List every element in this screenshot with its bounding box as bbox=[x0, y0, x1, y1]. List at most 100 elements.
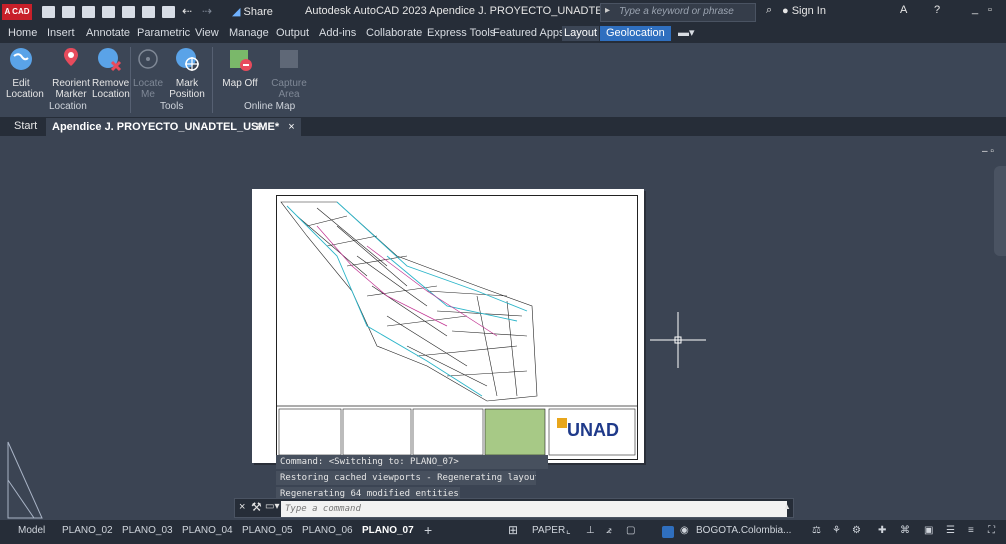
tab-insert[interactable]: Insert bbox=[45, 26, 77, 41]
close-command-icon[interactable]: × bbox=[239, 501, 245, 513]
map-off-button[interactable]: Map Off bbox=[220, 46, 260, 89]
tab-output[interactable]: Output bbox=[274, 26, 311, 41]
object-snap-icon[interactable]: ▢ bbox=[626, 525, 635, 536]
sign-in-button[interactable]: ● Sign In bbox=[782, 5, 826, 17]
customization-icon[interactable]: ≡ bbox=[968, 525, 974, 536]
clean-screen-icon[interactable]: ▣ bbox=[924, 525, 933, 536]
workspace-icon[interactable]: ⚙ bbox=[852, 525, 861, 536]
ribbon-panel: Edit Location Reorient Marker Remove Loc… bbox=[0, 43, 1006, 117]
navigation-bar[interactable] bbox=[994, 166, 1006, 256]
fullscreen-icon[interactable]: ⛶ bbox=[988, 525, 995, 536]
ortho-icon[interactable]: ⊥ bbox=[586, 525, 595, 536]
locate-icon bbox=[138, 49, 158, 69]
close-icon[interactable]: × bbox=[288, 121, 294, 133]
group-label-location: Location bbox=[49, 101, 87, 112]
annotation-visibility-icon[interactable]: ⚘ bbox=[832, 525, 841, 536]
remove-location-button[interactable]: Remove Location bbox=[92, 46, 130, 100]
group-label-tools: Tools bbox=[160, 101, 184, 112]
snap-icon[interactable]: ⌞ bbox=[566, 525, 571, 536]
document-tabs: Start Apendice J. PROYECTO_UNADTEL_USME*… bbox=[0, 117, 1006, 136]
ribbon-tabs: Home Insert Annotate Parametric View Man… bbox=[0, 24, 1006, 43]
hardware-acceleration-icon[interactable]: ⌘ bbox=[900, 525, 910, 536]
add-layout-icon[interactable]: + bbox=[424, 522, 432, 538]
share-icon: ◢ bbox=[232, 6, 244, 18]
command-history-line: Restoring cached viewports - Regeneratin… bbox=[276, 471, 536, 485]
capture-area-icon bbox=[280, 50, 298, 68]
redo-icon[interactable]: ⇢ bbox=[202, 4, 212, 18]
web-mobile-icon[interactable] bbox=[122, 6, 135, 18]
tab-parametric[interactable]: Parametric bbox=[135, 26, 192, 41]
ucs-icon bbox=[7, 441, 43, 519]
new-icon[interactable] bbox=[42, 6, 55, 18]
globe-small-icon: ◉ bbox=[680, 525, 689, 536]
layout-tab-model[interactable]: Model bbox=[18, 525, 45, 536]
open-icon[interactable] bbox=[62, 6, 75, 18]
tab-view[interactable]: View bbox=[193, 26, 221, 41]
group-label-online-map: Online Map bbox=[244, 101, 296, 112]
tab-layout[interactable]: Layout bbox=[562, 26, 600, 41]
tab-home[interactable]: Home bbox=[6, 26, 39, 41]
start-tab[interactable]: Start bbox=[14, 120, 37, 132]
customize-wrench-icon[interactable]: ⚒ bbox=[251, 500, 262, 514]
group-divider bbox=[212, 47, 213, 113]
autodesk-app-icon[interactable]: A bbox=[900, 4, 907, 16]
map-off-icon bbox=[230, 50, 252, 71]
reorient-marker-button[interactable]: Reorient Marker bbox=[52, 46, 90, 100]
status-bar: Model PLANO_02 PLANO_03 PLANO_04 PLANO_0… bbox=[0, 520, 1006, 544]
properties-icon[interactable]: ☰ bbox=[946, 525, 955, 536]
save-as-icon[interactable] bbox=[102, 6, 115, 18]
layout-tab-plano-05[interactable]: PLANO_05 bbox=[242, 525, 293, 536]
tab-manage[interactable]: Manage bbox=[227, 26, 271, 41]
geolocation-pin-icon[interactable] bbox=[662, 526, 674, 538]
capture-area-button[interactable]: Capture Area bbox=[270, 46, 308, 100]
help-search-input[interactable]: ▸ Type a keyword or phrase bbox=[600, 3, 756, 22]
tab-geolocation[interactable]: Geolocation bbox=[600, 26, 671, 41]
crosshair-cursor-icon bbox=[650, 312, 706, 368]
undo-icon[interactable]: ⇠ bbox=[182, 4, 192, 18]
print-icon[interactable] bbox=[162, 6, 175, 18]
layout-tab-plano-03[interactable]: PLANO_03 bbox=[122, 525, 173, 536]
autocad-logo[interactable]: A CAD bbox=[2, 4, 32, 20]
svg-text:UNAD: UNAD bbox=[567, 420, 619, 440]
layout-tab-plano-02[interactable]: PLANO_02 bbox=[62, 525, 113, 536]
globe-crosshair-icon bbox=[176, 48, 199, 71]
title-bar: A CAD ⇠ ⇢ ◢ Share Autodesk AutoCAD 2023 … bbox=[0, 0, 1006, 24]
globe-icon bbox=[10, 48, 32, 70]
grid-icon[interactable]: ⊞ bbox=[508, 523, 518, 537]
panel-toggle-icon[interactable]: ▬▾ bbox=[676, 26, 697, 41]
group-divider bbox=[130, 47, 131, 113]
restore-icon[interactable]: ▫ bbox=[988, 4, 992, 16]
paper-space-toggle[interactable]: PAPER bbox=[532, 525, 565, 536]
tab-featured-apps[interactable]: Featured Apps bbox=[491, 26, 567, 41]
plot-icon[interactable] bbox=[142, 6, 155, 18]
layout-tab-plano-07[interactable]: PLANO_07 bbox=[362, 525, 414, 536]
command-history: Command: <Switching to: PLANO_07> Restor… bbox=[276, 455, 548, 503]
isolate-icon[interactable]: ✚ bbox=[878, 525, 886, 536]
mark-position-button[interactable]: Mark Position bbox=[168, 46, 206, 100]
minimize-icon[interactable]: _ bbox=[972, 3, 978, 15]
user-icon: ● bbox=[782, 5, 792, 17]
new-tab-icon[interactable]: + bbox=[254, 118, 262, 134]
map-pin-icon bbox=[64, 48, 78, 66]
annotation-scale-icon[interactable]: ⚖ bbox=[812, 525, 821, 536]
command-input[interactable] bbox=[281, 501, 787, 517]
tab-express-tools[interactable]: Express Tools bbox=[425, 26, 497, 41]
share-button[interactable]: ◢ Share bbox=[232, 5, 273, 18]
tab-collaborate[interactable]: Collaborate bbox=[364, 26, 424, 41]
edit-location-button[interactable]: Edit Location bbox=[6, 46, 44, 100]
viewport-controls-icon[interactable]: – ▫ bbox=[982, 146, 994, 157]
locate-me-button[interactable]: Locate Me bbox=[133, 46, 163, 100]
polar-icon[interactable]: ⦨ bbox=[606, 525, 612, 536]
tab-add-ins[interactable]: Add-ins bbox=[317, 26, 358, 41]
geolocation-status[interactable]: BOGOTA.Colombia... bbox=[696, 525, 791, 536]
layout-tab-plano-06[interactable]: PLANO_06 bbox=[302, 525, 353, 536]
command-line: × ⚒ ▭▾ ▲ bbox=[234, 498, 794, 518]
help-icon[interactable]: ? bbox=[934, 4, 940, 16]
command-history-dropdown-icon[interactable]: ▭▾ bbox=[265, 501, 279, 512]
layout-tab-plano-04[interactable]: PLANO_04 bbox=[182, 525, 233, 536]
document-tab-active[interactable]: Apendice J. PROYECTO_UNADTEL_USME* × bbox=[46, 118, 301, 136]
chevron-up-icon[interactable]: ▲ bbox=[783, 502, 791, 511]
save-icon[interactable] bbox=[82, 6, 95, 18]
tab-annotate[interactable]: Annotate bbox=[84, 26, 132, 41]
search-icon[interactable]: ⌕ bbox=[766, 4, 772, 17]
